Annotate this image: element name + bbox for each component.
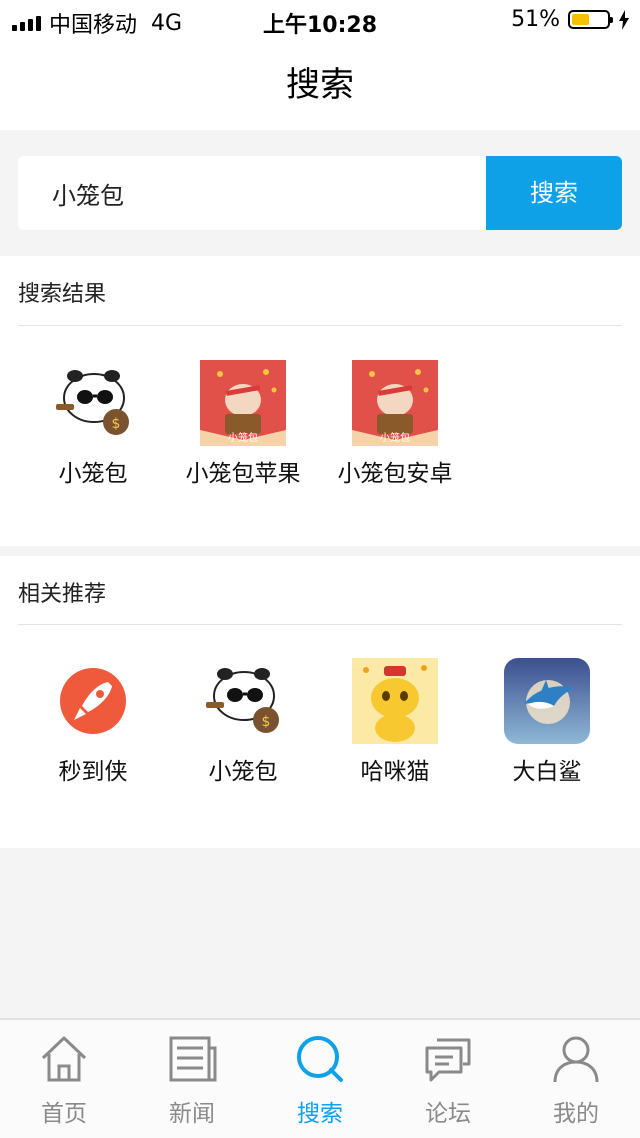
battery-percent: 51% bbox=[511, 7, 560, 32]
recommended-app[interactable]: 大白鲨 bbox=[472, 658, 622, 786]
search-results-panel: 搜索结果 $ 小笼包 小笼包 小笼包苹果 小笼包 小笼包安卓 bbox=[0, 256, 640, 546]
tab-home[interactable]: 首页 bbox=[0, 1032, 128, 1128]
tab-search[interactable]: 搜索 bbox=[256, 1032, 384, 1128]
app-label: 秒到侠 bbox=[58, 759, 128, 785]
app-label: 小笼包 bbox=[58, 461, 128, 487]
app-label: 哈咪猫 bbox=[360, 759, 430, 785]
result-app[interactable]: 小笼包 小笼包苹果 bbox=[168, 360, 318, 488]
app-label: 大白鲨 bbox=[512, 759, 582, 785]
status-bar: 中国移动 4G 上午10:28 51% bbox=[0, 0, 640, 40]
search-bar: 搜索 bbox=[18, 156, 622, 230]
recommendations-panel: 相关推荐 秒到侠 $ 小笼包 哈咪猫 大白鲨 bbox=[0, 556, 640, 848]
search-button[interactable]: 搜索 bbox=[486, 156, 622, 230]
divider bbox=[18, 624, 622, 625]
rocket-icon bbox=[50, 658, 136, 744]
section-title-recommendations: 相关推荐 bbox=[18, 582, 107, 607]
chat-icon bbox=[425, 1038, 471, 1082]
shark-icon bbox=[504, 658, 590, 744]
tab-label: 首页 bbox=[41, 1101, 87, 1127]
page-title: 搜索 bbox=[0, 40, 640, 130]
user-icon bbox=[553, 1036, 599, 1083]
search-input[interactable] bbox=[18, 156, 486, 230]
app-label: 小笼包 bbox=[208, 759, 278, 785]
bottom-tab-bar: 首页 新闻 搜索 论坛 我的 bbox=[0, 1018, 640, 1138]
tab-profile[interactable]: 我的 bbox=[512, 1032, 640, 1128]
yellow-cat-icon bbox=[352, 658, 438, 744]
recommended-app[interactable]: 哈咪猫 bbox=[320, 658, 470, 786]
news-icon bbox=[169, 1036, 217, 1082]
search-icon bbox=[297, 1036, 343, 1082]
bun-red-envelope-icon: 小笼包 bbox=[200, 360, 286, 446]
panda-sunglasses-icon: $ bbox=[50, 360, 136, 446]
home-icon bbox=[41, 1036, 87, 1082]
divider bbox=[18, 325, 622, 326]
recommended-app[interactable]: $ 小笼包 bbox=[168, 658, 318, 786]
bun-red-envelope-icon: 小笼包 bbox=[352, 360, 438, 446]
section-title-results: 搜索结果 bbox=[18, 282, 107, 307]
tab-label: 新闻 bbox=[169, 1101, 215, 1127]
battery-icon bbox=[568, 10, 613, 29]
app-label: 小笼包苹果 bbox=[185, 461, 301, 487]
tab-forum[interactable]: 论坛 bbox=[384, 1032, 512, 1128]
tab-news[interactable]: 新闻 bbox=[128, 1032, 256, 1128]
tab-label: 我的 bbox=[553, 1101, 599, 1127]
charging-bolt-icon bbox=[619, 9, 629, 30]
tab-label: 论坛 bbox=[425, 1101, 471, 1127]
tab-label: 搜索 bbox=[297, 1101, 343, 1127]
result-app[interactable]: $ 小笼包 bbox=[18, 360, 168, 488]
panda-sunglasses-icon: $ bbox=[200, 658, 286, 744]
svg-text:$: $ bbox=[112, 416, 121, 432]
recommended-app[interactable]: 秒到侠 bbox=[18, 658, 168, 786]
svg-text:$: $ bbox=[262, 714, 271, 730]
app-label: 小笼包安卓 bbox=[337, 461, 453, 487]
result-app[interactable]: 小笼包 小笼包安卓 bbox=[320, 360, 470, 488]
badge-text: 小笼包 bbox=[228, 431, 258, 444]
badge-text: 小笼包 bbox=[380, 431, 410, 444]
